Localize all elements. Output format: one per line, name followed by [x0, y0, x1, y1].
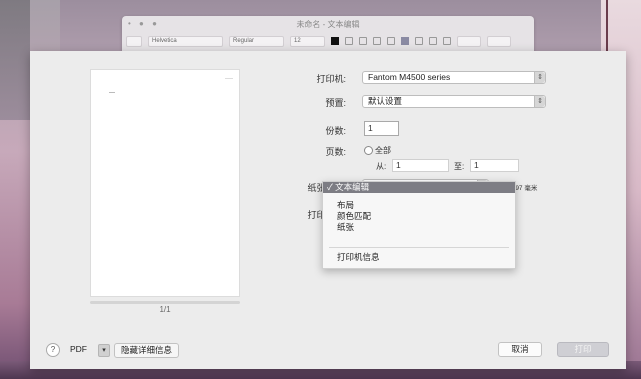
italic-icon[interactable]	[373, 37, 381, 45]
window-title: 未命名 - 文本编辑	[296, 20, 360, 29]
presets-popup[interactable]: 默认设置 ⇕	[362, 95, 546, 108]
underline-icon[interactable]	[387, 37, 395, 45]
presets-label: 预置:	[325, 98, 346, 108]
font-size-popup[interactable]: 12	[290, 35, 325, 47]
section-popup-menu: ✓ 文本编辑 布局 颜色匹配 纸张 打印机信息	[322, 181, 516, 269]
bold-icon[interactable]	[359, 37, 367, 45]
printer-value: Fantom M4500 series	[368, 72, 451, 82]
desktop-wallpaper-shadow	[0, 0, 30, 120]
text-color-well[interactable]	[331, 37, 339, 45]
preview-content-mark	[225, 78, 233, 79]
cancel-button[interactable]: 取消	[498, 342, 542, 357]
menu-item-color-matching[interactable]: 颜色匹配	[323, 211, 515, 222]
pages-to-field[interactable]: 1	[470, 159, 519, 172]
pages-to-label: 至:	[454, 162, 465, 171]
print-preview	[90, 69, 240, 297]
pages-from-field[interactable]: 1	[392, 159, 449, 172]
chevron-updown-icon: ⇕	[534, 96, 545, 107]
copies-label: 份数:	[325, 126, 346, 136]
menu-separator	[329, 247, 509, 248]
pdf-menu-chevron-icon[interactable]: ▾	[98, 344, 110, 357]
pages-from-label: 从:	[376, 162, 387, 171]
menu-item-label: 文本编辑	[335, 182, 370, 192]
textedit-window: • ● ● 未命名 - 文本编辑 Helvetica Regular 12	[122, 16, 534, 52]
pdf-button[interactable]: PDF	[70, 344, 87, 355]
font-style-popup[interactable]: Regular	[229, 35, 284, 47]
align-right-icon[interactable]	[429, 37, 437, 45]
justify-icon[interactable]	[443, 37, 451, 45]
highlight-icon[interactable]	[345, 37, 353, 45]
pages-label: 页数:	[325, 147, 346, 157]
presets-value: 默认设置	[368, 96, 403, 106]
paragraph-style-popup[interactable]	[126, 35, 142, 47]
menu-item-printer-info[interactable]: 打印机信息	[323, 252, 515, 263]
font-family-popup[interactable]: Helvetica	[148, 35, 223, 47]
align-center-icon[interactable]	[415, 37, 423, 45]
format-toolbar: Helvetica Regular 12	[126, 34, 530, 48]
menu-item-layout[interactable]: 布局	[323, 200, 515, 211]
menu-item-paper[interactable]: 纸张	[323, 222, 515, 233]
preview-scrollbar[interactable]	[90, 301, 240, 304]
print-button[interactable]: 打印	[557, 342, 609, 357]
preview-content-mark	[109, 92, 115, 93]
pages-all-label: 全部	[375, 146, 391, 155]
printer-popup[interactable]: Fantom M4500 series ⇕	[362, 71, 546, 84]
printer-label: 打印机:	[316, 74, 346, 84]
menu-item-textedit[interactable]: ✓ 文本编辑	[323, 182, 515, 193]
copies-field[interactable]: 1	[364, 121, 399, 136]
line-spacing-popup[interactable]	[457, 35, 481, 47]
list-popup[interactable]	[487, 35, 511, 47]
help-button[interactable]: ?	[46, 343, 60, 357]
pages-all-radio[interactable]	[364, 146, 373, 155]
align-left-icon[interactable]	[401, 37, 409, 45]
chevron-updown-icon: ⇕	[534, 72, 545, 83]
preview-page-indicator: 1/1	[159, 305, 171, 314]
hide-details-button[interactable]: 隐藏详细信息	[114, 343, 180, 358]
